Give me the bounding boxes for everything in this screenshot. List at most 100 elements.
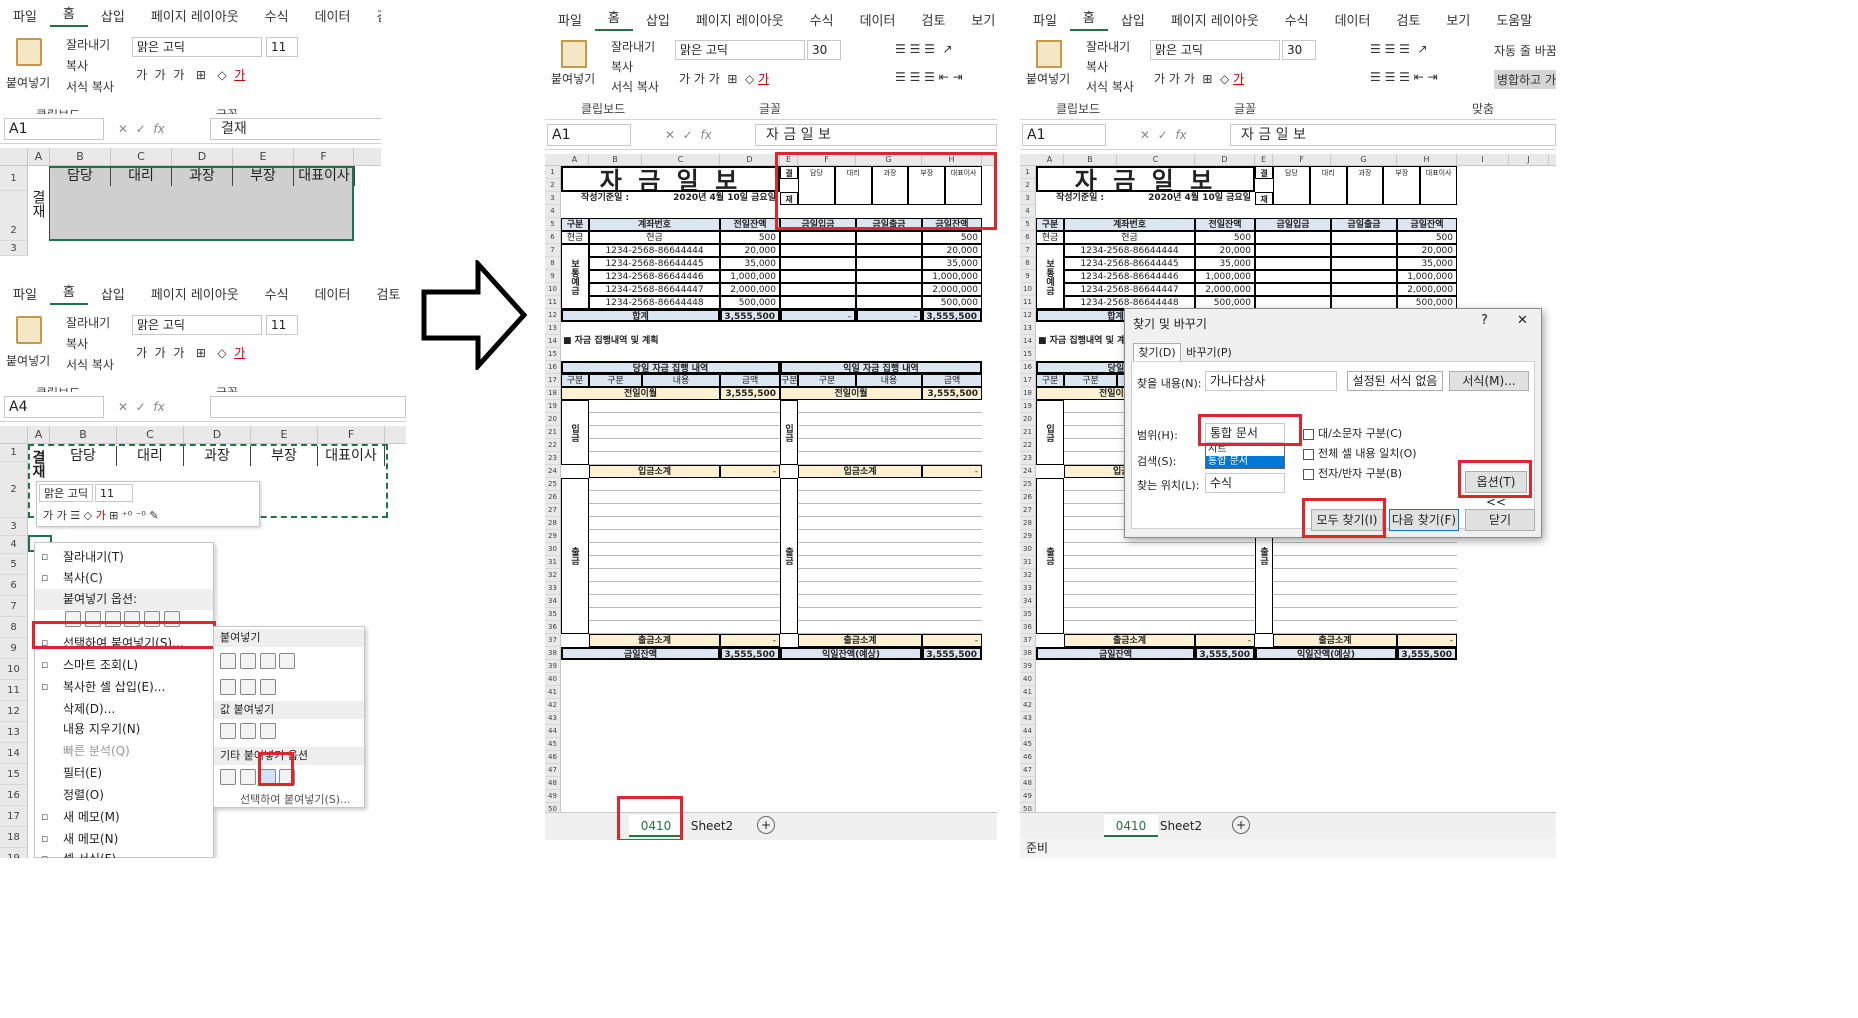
row-header[interactable]: 35 [1020,608,1036,621]
today-title[interactable]: 당일 자금 집행 내역 [561,361,780,374]
mini-size-dropdown[interactable]: 11 [95,484,133,502]
row-header[interactable]: 18 [545,387,561,400]
row-header[interactable]: 1 [1020,166,1036,179]
row-header[interactable]: 43 [545,712,561,725]
paste-button[interactable]: 붙여넣기 [551,70,595,87]
row-header[interactable]: 45 [545,738,561,751]
row-header[interactable]: 42 [545,699,561,712]
row-header[interactable]: 28 [545,517,561,530]
table-header[interactable]: 금일입금 [780,218,856,231]
font-format-row[interactable]: 가 가 가 ⊞ ◇ 가 [136,66,245,83]
find-input[interactable]: 가나다상사 [1205,371,1337,391]
select-all-corner[interactable] [0,148,28,166]
row-header[interactable]: 10 [0,659,27,680]
paste-button[interactable]: 붙여넣기 [6,74,50,91]
approver-cell[interactable]: 부장 [908,166,946,205]
ribbon-tab[interactable]: 홈 [49,281,88,305]
now-balance[interactable]: 35,000 [922,257,982,270]
close-button[interactable]: 닫기 [1465,509,1535,531]
match-case-checkbox[interactable]: 대/소문자 구분(C) [1303,425,1402,441]
context-menu-item[interactable]: 복사(C) [35,568,213,589]
row-header[interactable]: 14 [1020,335,1036,348]
deposit-out[interactable] [856,244,922,257]
now-balance[interactable]: 500,000 [922,296,982,309]
row-header[interactable]: 38 [1020,647,1036,660]
row-header[interactable]: 1 [0,444,27,462]
name-box[interactable]: A1 [4,118,104,140]
name-box[interactable]: A1 [547,124,631,146]
row-header[interactable]: 48 [545,777,561,790]
font-name-dropdown[interactable]: 맑은 고딕 [132,315,262,335]
ribbon-tab[interactable]: 데이터 [302,284,364,303]
row-header[interactable]: 29 [1020,530,1036,543]
font-size-dropdown[interactable]: 30 [807,40,841,60]
approval-top[interactable]: 결 [1255,166,1273,179]
prev-balance[interactable]: 500,000 [720,296,780,309]
deposit-label[interactable]: 보통예금 [561,244,589,309]
paste-icon[interactable] [561,40,587,68]
row-header[interactable]: 38 [545,647,561,660]
row-header[interactable]: 33 [1020,582,1036,595]
outgo-row[interactable] [589,569,780,582]
sub-header[interactable]: 금액 [922,374,982,387]
row-header[interactable]: 8 [0,617,27,638]
font-format-row[interactable]: 가 가 가 ⊞ ◇ 가 [1154,70,1244,87]
outgo-row[interactable] [1064,608,1255,621]
row-header[interactable]: 32 [1020,569,1036,582]
column-header[interactable]: D [720,154,780,166]
font-size-dropdown[interactable]: 11 [266,37,298,57]
cash-type[interactable]: 현금 [561,231,589,244]
deposit-out[interactable] [1331,244,1397,257]
table-header[interactable]: 계좌번호 [589,218,720,231]
row-header[interactable]: 2 [0,462,27,518]
approver-cell[interactable]: 과장 [1346,166,1384,205]
approver-cell[interactable]: 담당 [1273,166,1310,205]
prev-balance[interactable]: 35,000 [720,257,780,270]
account-number[interactable]: 1234-2568-86644445 [1064,257,1195,270]
context-menu-item[interactable]: 빠른 분석(Q) [35,741,213,762]
copy-button[interactable]: 복사 [66,335,88,352]
prev-balance[interactable]: 2,000,000 [1195,283,1255,296]
income-row[interactable] [589,426,780,439]
align-buttons[interactable]: ☰ ☰ ☰ ↗ [1370,42,1428,56]
submenu-special[interactable]: 선택하여 붙여넣기(S)... [240,791,351,807]
row-header[interactable]: 13 [545,322,561,335]
outgo-row[interactable] [1273,608,1457,621]
deposit-out[interactable] [856,296,922,309]
deposit-out[interactable] [856,283,922,296]
now-balance[interactable]: 35,000 [1397,257,1457,270]
income-label[interactable]: 입금 [1036,400,1064,465]
outgo-subtotal-amt[interactable]: - [1195,634,1255,647]
context-menu-item[interactable]: 정렬(O) [35,785,213,806]
carry-label[interactable]: 전일이월 [561,387,720,400]
scope-options-list[interactable]: 시트 통합 문서 [1205,443,1285,469]
ribbon-tab[interactable]: 페이지 레이아웃 [138,284,252,303]
row-header[interactable]: 6 [545,231,561,244]
paste-button[interactable]: 붙여넣기 [1026,70,1070,87]
row-header[interactable]: 4 [0,536,27,554]
cut-button[interactable]: 잘라내기 [611,38,655,55]
today-balance[interactable]: 3,555,500 [720,647,780,660]
row-header[interactable]: 35 [545,608,561,621]
tomorrow-balance[interactable]: 3,555,500 [922,647,982,660]
row-header[interactable]: 15 [1020,348,1036,361]
row-header[interactable]: 18 [1020,387,1036,400]
row-header[interactable]: 39 [1020,660,1036,673]
ribbon-tab[interactable]: 데이터 [1322,10,1384,29]
today-balance-label[interactable]: 금일잔액 [1036,647,1195,660]
row-header[interactable]: 34 [1020,595,1036,608]
font-name-dropdown[interactable]: 맑은 고딕 [675,40,805,60]
cash-in[interactable] [1255,231,1331,244]
outgo-row[interactable] [1064,543,1255,556]
ribbon-tab[interactable]: 검토 [1383,10,1433,29]
add-sheet-icon[interactable]: + [757,816,775,834]
context-menu-item[interactable]: 잘라내기(T) [35,547,213,568]
context-menu-item[interactable]: 새 메모(N) [35,829,213,850]
row-header[interactable]: 44 [1020,725,1036,738]
approver-cell[interactable]: 부장 [1383,166,1421,205]
lookin-dropdown[interactable]: 수식 [1205,473,1285,493]
copy-button[interactable]: 복사 [611,58,633,75]
tomorrow-balance-label[interactable]: 익일잔액(예상) [780,647,922,660]
row-header[interactable]: 6 [1020,231,1036,244]
context-menu-item[interactable]: 복사한 셀 삽입(E)... [35,677,213,698]
